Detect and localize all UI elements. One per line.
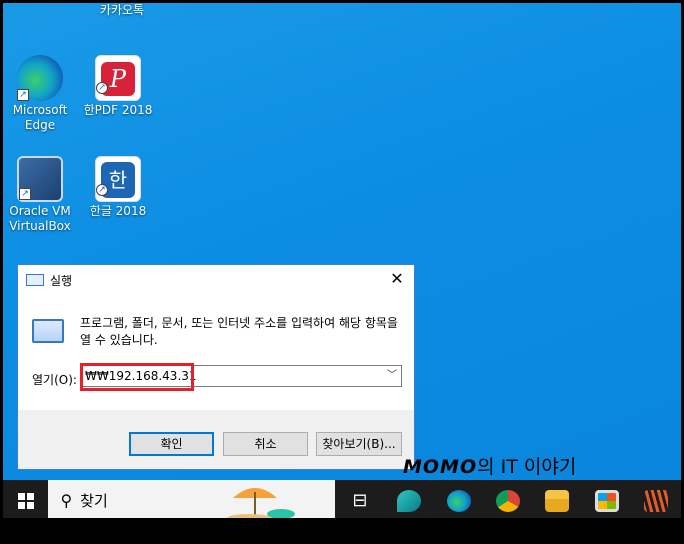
taskbar-search-box[interactable]: ⚲ 찾기 <box>48 480 336 521</box>
desktop-icon-kakaotalk[interactable]: 카카오톡 <box>87 3 157 18</box>
edge-icon <box>446 489 471 512</box>
store-icon <box>594 489 619 512</box>
edge-icon: ↗ <box>17 55 63 101</box>
taskbar-app-bird[interactable] <box>385 480 434 521</box>
task-view-button[interactable]: ⊟ <box>335 480 384 521</box>
chevron-down-icon[interactable]: ﹀ <box>387 366 397 386</box>
chrome-icon <box>496 489 521 512</box>
desktop-icon-edge[interactable]: ↗ Microsoft Edge <box>5 55 75 133</box>
hangul-icon: 한 ↗ <box>95 156 141 202</box>
taskbar-app-store[interactable] <box>582 480 631 521</box>
shortcut-arrow-icon: ↗ <box>19 188 31 200</box>
run-title: 실행 <box>50 273 73 288</box>
stripes-app-icon <box>644 489 669 512</box>
shortcut-arrow-icon: ↗ <box>96 184 108 196</box>
highlight-box <box>80 363 194 391</box>
desktop-icon-label: Microsoft Edge <box>12 103 68 132</box>
desktop-icon-hanpdf[interactable]: P ↗ 한PDF 2018 <box>83 55 153 118</box>
run-body: 프로그램, 폴더, 문서, 또는 인터넷 주소를 입력하여 해당 항목을 열 수… <box>18 295 414 410</box>
windows-logo-icon <box>17 492 34 509</box>
taskbar-app-file-explorer[interactable] <box>533 480 582 521</box>
search-placeholder: 찾기 <box>80 492 108 510</box>
search-icon: ⚲ <box>60 491 73 510</box>
ok-button[interactable]: 확인 <box>129 432 214 456</box>
taskbar-app-edge[interactable] <box>434 480 483 521</box>
taskbar-app-stripes[interactable] <box>632 480 681 521</box>
virtualbox-icon: ↗ <box>17 156 63 202</box>
taskbar: ⚲ 찾기 ⊟ <box>3 480 681 521</box>
hanpdf-icon: P ↗ <box>95 55 141 101</box>
run-dialog: 실행 ✕ 프로그램, 폴더, 문서, 또는 인터넷 주소를 입력하여 해당 항목… <box>17 264 415 470</box>
start-button[interactable] <box>3 480 48 521</box>
task-view-icon: ⊟ <box>352 490 368 511</box>
watermark-text: 의 IT 이야기 <box>477 456 577 478</box>
beach-umbrella-icon <box>227 488 296 520</box>
taskbar-app-chrome[interactable] <box>483 480 532 521</box>
bird-app-icon <box>397 489 422 512</box>
desktop-icon-label: 한글 2018 <box>89 204 147 218</box>
watermark-brand: MOMO <box>403 456 478 478</box>
run-app-icon <box>26 274 44 286</box>
desktop-icon-label: 카카오톡 <box>99 3 145 17</box>
run-titlebar[interactable]: 실행 ✕ <box>18 265 414 295</box>
desktop-icon-label: Oracle VM VirtualBox <box>9 204 71 233</box>
folder-icon <box>545 489 570 512</box>
run-description: 프로그램, 폴더, 문서, 또는 인터넷 주소를 입력하여 해당 항목을 열 수… <box>80 316 398 347</box>
shortcut-arrow-icon: ↗ <box>17 89 29 101</box>
desktop-icon-label: 한PDF 2018 <box>83 103 153 117</box>
open-label: 열기(O): <box>32 373 77 387</box>
bottom-bar <box>0 521 684 544</box>
run-large-icon <box>32 319 64 343</box>
browse-button[interactable]: 찾아보기(B)... <box>316 432 402 456</box>
close-icon[interactable]: ✕ <box>380 265 414 295</box>
watermark: MOMO의 IT 이야기 <box>403 452 576 479</box>
desktop-icon-virtualbox[interactable]: ↗ Oracle VM VirtualBox <box>5 156 75 234</box>
cancel-button[interactable]: 취소 <box>223 432 308 456</box>
shortcut-arrow-icon: ↗ <box>96 82 108 94</box>
desktop-icon-hangul[interactable]: 한 ↗ 한글 2018 <box>83 156 153 219</box>
run-buttons: 확인 취소 찾아보기(B)... <box>18 410 414 469</box>
